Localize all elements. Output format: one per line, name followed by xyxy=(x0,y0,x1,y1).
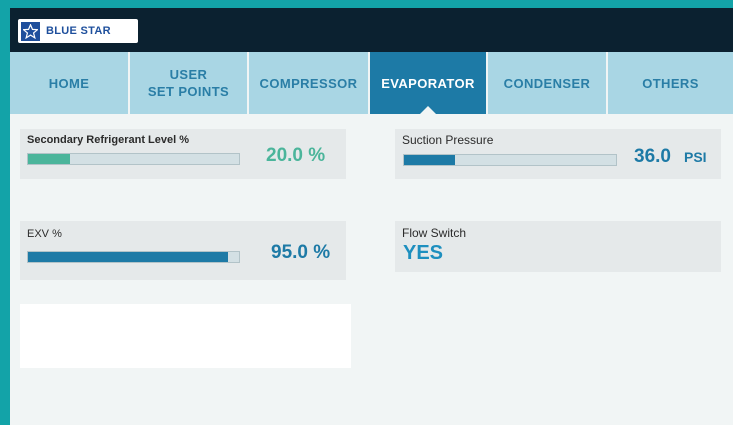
brand-name: BLUE STAR xyxy=(46,25,111,37)
suction-pressure-bar-fill xyxy=(404,155,455,165)
exv-card: EXV % 95.0 % xyxy=(20,221,346,280)
exv-bar xyxy=(27,251,240,263)
empty-panel xyxy=(20,304,351,368)
main-nav: HOME USER SET POINTS COMPRESSOR EVAPORAT… xyxy=(10,52,733,115)
tab-evaporator[interactable]: EVAPORATOR xyxy=(370,52,486,115)
flow-switch-value: YES xyxy=(403,242,444,264)
secondary-refrigerant-label: Secondary Refrigerant Level % xyxy=(27,134,190,146)
top-bar: BLUE STAR xyxy=(10,8,733,52)
brand-logo: BLUE STAR xyxy=(18,19,138,43)
suction-pressure-value: 36.0 xyxy=(634,146,671,167)
hmi-screen: BLUE STAR HOME USER SET POINTS COMPRESSO… xyxy=(10,8,733,425)
secondary-refrigerant-bar xyxy=(27,153,240,165)
exv-value: 95.0 % xyxy=(271,242,331,263)
suction-pressure-card: Suction Pressure 36.0 PSI xyxy=(395,129,721,179)
suction-pressure-bar xyxy=(403,154,617,166)
secondary-refrigerant-bar-fill xyxy=(28,154,71,164)
secondary-refrigerant-card: Secondary Refrigerant Level % 20.0 % xyxy=(20,129,346,179)
tab-home[interactable]: HOME xyxy=(10,52,128,114)
tab-compressor[interactable]: COMPRESSOR xyxy=(249,52,368,114)
star-icon xyxy=(21,21,40,41)
secondary-refrigerant-value: 20.0 % xyxy=(266,145,326,166)
flow-switch-card: Flow Switch YES xyxy=(395,221,721,272)
exv-bar-fill xyxy=(28,252,229,262)
exv-label: EXV % xyxy=(27,228,62,240)
suction-pressure-label: Suction Pressure xyxy=(402,133,494,147)
flow-switch-label: Flow Switch xyxy=(402,226,467,240)
tab-user-set-points[interactable]: USER SET POINTS xyxy=(130,52,247,114)
suction-pressure-unit: PSI xyxy=(684,149,707,165)
tab-others[interactable]: OTHERS xyxy=(608,52,733,114)
tab-condenser[interactable]: CONDENSER xyxy=(488,52,606,114)
